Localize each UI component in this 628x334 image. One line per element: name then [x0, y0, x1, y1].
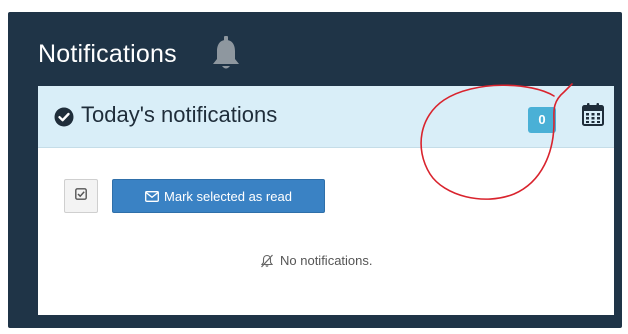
empty-state-text: No notifications.: [280, 253, 373, 268]
card-header[interactable]: Today's notifications 0: [38, 83, 614, 200]
bell-icon[interactable]: [211, 36, 241, 72]
panel-title: Notifications: [38, 39, 177, 68]
panel-header: Notifications: [38, 34, 241, 74]
envelope-icon: [145, 190, 159, 202]
card-title: Today's notifications: [81, 102, 278, 127]
check-square-icon: [75, 187, 87, 205]
mark-read-label: Mark selected as read: [164, 188, 292, 204]
calendar-icon[interactable]: [582, 102, 604, 126]
bell-slash-icon: [260, 254, 274, 267]
notification-count-badge: 0: [528, 107, 556, 133]
select-all-checkbox-button[interactable]: [64, 179, 98, 213]
todays-notifications-card: Today's notifications 0 Mark selected as…: [38, 83, 614, 315]
red-annotation-circle: [420, 83, 573, 200]
mark-selected-as-read-button[interactable]: Mark selected as read: [112, 179, 325, 213]
notifications-panel: Notifications Today's notifications 0 Ma…: [8, 12, 622, 328]
check-circle-icon: [54, 107, 74, 127]
empty-state: No notifications.: [260, 253, 373, 268]
